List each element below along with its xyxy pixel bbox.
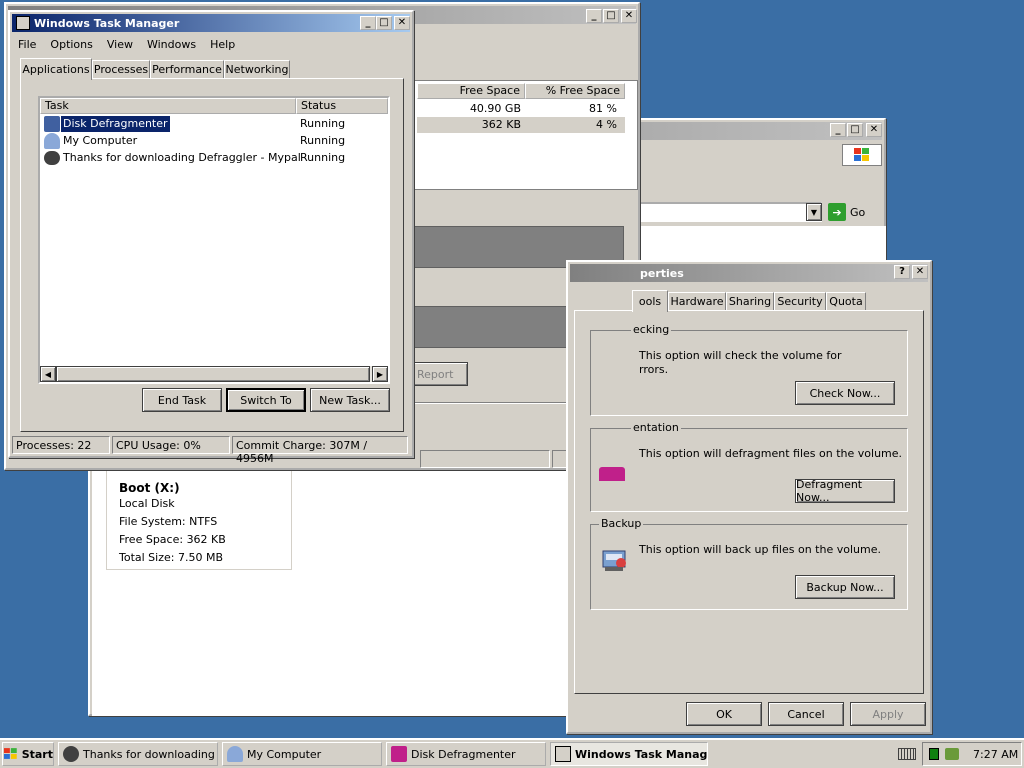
status-processes: Processes: 22 xyxy=(12,436,110,454)
view-report-button[interactable]: Report xyxy=(410,362,468,386)
column-header-free-space[interactable]: Free Space xyxy=(417,83,525,99)
go-arrow-icon: ➔ xyxy=(828,203,846,221)
tab-security[interactable]: Security xyxy=(774,292,826,310)
column-header-status[interactable]: Status xyxy=(296,98,388,114)
tab-quota[interactable]: Quota xyxy=(826,292,866,310)
close-button[interactable]: ✕ xyxy=(912,265,928,279)
task-name: My Computer xyxy=(63,134,138,147)
error-checking-group: ecking This option will check the volume… xyxy=(590,323,908,416)
check-now-button[interactable]: Check Now... xyxy=(795,381,895,405)
new-task-button[interactable]: New Task... xyxy=(310,388,390,412)
task-name: Disk Defragmenter xyxy=(61,116,170,132)
go-button[interactable]: ➔ Go xyxy=(828,202,878,222)
task-status: Running xyxy=(300,151,346,164)
mypal-icon xyxy=(44,151,60,165)
drive-total-size: Total Size: 7.50 MB xyxy=(119,551,223,564)
scroll-left-button[interactable]: ◀ xyxy=(40,366,56,382)
tab-performance[interactable]: Performance xyxy=(150,60,224,78)
tab-processes[interactable]: Processes xyxy=(92,60,150,78)
column-header-percent-free[interactable]: % Free Space xyxy=(525,83,625,99)
maximize-button[interactable]: □ xyxy=(376,16,392,30)
taskbar-item-my-computer[interactable]: My Computer xyxy=(222,742,382,766)
defrag-icon xyxy=(599,467,625,481)
task-row[interactable]: My Computer Running xyxy=(42,133,386,150)
switch-to-button[interactable]: Switch To xyxy=(226,388,306,412)
backup-now-button[interactable]: Backup Now... xyxy=(795,575,895,599)
tab-sharing[interactable]: Sharing xyxy=(726,292,774,310)
drive-free-space: Free Space: 362 KB xyxy=(119,533,226,546)
scroll-thumb[interactable] xyxy=(56,366,370,382)
start-button[interactable]: Start xyxy=(2,742,54,766)
horizontal-scrollbar[interactable]: ◀ ▶ xyxy=(40,366,388,382)
network-icon[interactable] xyxy=(945,748,959,760)
task-status: Running xyxy=(300,134,346,147)
close-button[interactable]: ✕ xyxy=(866,123,882,137)
defrag-app-icon xyxy=(44,116,60,132)
taskbar-item-task-manager[interactable]: Windows Task Manag... xyxy=(550,742,708,766)
taskbar-item-disk-defragmenter[interactable]: Disk Defragmenter xyxy=(386,742,546,766)
ok-button[interactable]: OK xyxy=(686,702,762,726)
menu-file[interactable]: File xyxy=(18,38,36,51)
maximize-button[interactable]: □ xyxy=(847,123,863,137)
defrag-app-icon xyxy=(391,746,407,762)
address-dropdown-button[interactable]: ▼ xyxy=(806,203,822,221)
drive-filesystem: File System: NTFS xyxy=(119,515,218,528)
my-computer-icon xyxy=(227,746,243,762)
task-manager-icon xyxy=(555,746,571,762)
help-button[interactable]: ? xyxy=(894,265,910,279)
task-row[interactable]: Thanks for downloading Defraggler - Mypa… xyxy=(42,150,386,167)
menu-windows[interactable]: Windows xyxy=(147,38,196,51)
backup-group: Backup This option will back up files on… xyxy=(590,517,908,610)
my-computer-icon xyxy=(44,133,60,149)
task-name: Thanks for downloading Defraggler - Mypa… xyxy=(63,151,301,164)
task-manager-icon xyxy=(16,16,30,30)
menu-help[interactable]: Help xyxy=(210,38,235,51)
task-list[interactable]: Task Status Disk Defragmenter Running My… xyxy=(38,96,390,384)
system-tray: 7:27 AM xyxy=(922,742,1022,766)
maximize-button[interactable]: □ xyxy=(603,9,619,23)
windows-flag-icon xyxy=(3,748,17,759)
clock[interactable]: 7:27 AM xyxy=(973,748,1018,761)
backup-icon xyxy=(601,545,631,573)
column-header-task[interactable]: Task xyxy=(40,98,296,114)
volume-row[interactable]: 40.90 GB 81 % xyxy=(417,101,625,117)
defragmentation-group: entation This option will defragment fil… xyxy=(590,421,908,512)
end-task-button[interactable]: End Task xyxy=(142,388,222,412)
windows-logo-icon xyxy=(842,144,882,166)
menu-bar: File Options View Windows Help xyxy=(14,34,235,54)
tab-applications[interactable]: Applications xyxy=(20,58,92,80)
tab-tools[interactable]: ools xyxy=(632,290,668,312)
close-button[interactable]: ✕ xyxy=(394,16,410,30)
minimize-button[interactable]: _ xyxy=(360,16,376,30)
scroll-right-button[interactable]: ▶ xyxy=(372,366,388,382)
taskbar-item-mypal[interactable]: Thanks for downloading ... xyxy=(58,742,218,766)
task-manager-window: Windows Task Manager _ □ ✕ File Options … xyxy=(8,10,414,465)
mypal-icon xyxy=(63,746,79,762)
minimize-button[interactable]: _ xyxy=(586,9,602,23)
address-bar[interactable] xyxy=(630,202,822,222)
menu-options[interactable]: Options xyxy=(50,38,92,51)
drive-type: Local Disk xyxy=(119,497,175,510)
menu-view[interactable]: View xyxy=(107,38,133,51)
properties-titlebar[interactable]: perties xyxy=(570,264,928,282)
status-cpu: CPU Usage: 0% xyxy=(112,436,230,454)
cancel-button[interactable]: Cancel xyxy=(768,702,844,726)
defrag-status-pane xyxy=(420,450,550,468)
close-button[interactable]: ✕ xyxy=(621,9,637,23)
minimize-button[interactable]: _ xyxy=(830,123,846,137)
task-manager-tray-icon[interactable] xyxy=(929,748,939,760)
defragment-now-button[interactable]: Defragment Now... xyxy=(795,478,895,504)
keyboard-icon[interactable] xyxy=(898,748,916,760)
tab-networking[interactable]: Networking xyxy=(224,60,290,78)
task-row[interactable]: Disk Defragmenter Running xyxy=(42,116,386,133)
apply-button[interactable]: Apply xyxy=(850,702,926,726)
drive-name: Boot (X:) xyxy=(119,481,180,495)
task-status: Running xyxy=(300,117,346,130)
volume-row[interactable]: 362 KB 4 % xyxy=(417,117,625,133)
task-manager-titlebar[interactable]: Windows Task Manager xyxy=(12,14,410,32)
tab-hardware[interactable]: Hardware xyxy=(668,292,726,310)
drive-details-panel: Boot (X:) Local Disk File System: NTFS F… xyxy=(106,466,292,570)
status-commit: Commit Charge: 307M / 4956M xyxy=(232,436,408,465)
properties-dialog: perties ? ✕ ools Hardware Sharing Securi… xyxy=(566,260,932,734)
